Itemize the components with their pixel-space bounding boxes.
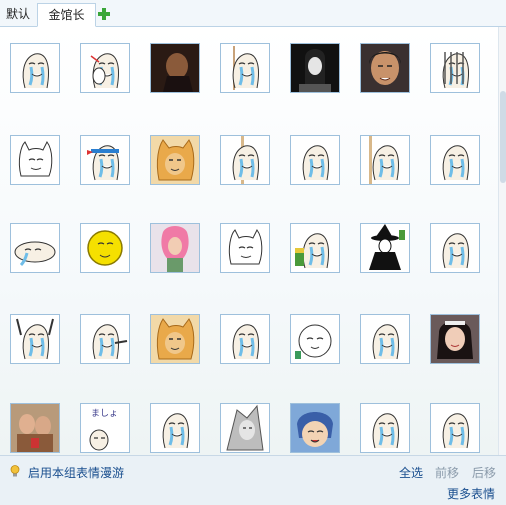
point2-image	[92, 324, 128, 360]
select-all-button[interactable]: 全选	[399, 464, 423, 481]
gray-face-sticker[interactable]	[220, 403, 270, 453]
gold-cat-sticker[interactable]	[150, 314, 200, 364]
covering-mouth-sticker[interactable]	[80, 43, 130, 93]
gold-cat-sticker[interactable]	[150, 135, 200, 185]
scrollbar-thumb[interactable]	[500, 91, 506, 183]
pole-dance-sticker[interactable]	[220, 135, 270, 185]
cry-image	[372, 413, 399, 449]
tab-bar: 默认 金馆长	[0, 0, 506, 27]
goldcat-image	[151, 315, 199, 363]
cry-image	[232, 324, 259, 360]
round-face-sticker[interactable]	[290, 314, 340, 364]
crying-face-sticker[interactable]	[360, 403, 410, 453]
cry-image	[372, 324, 399, 360]
pink-hair-sticker[interactable]	[150, 223, 200, 273]
movie-still-sticker[interactable]	[360, 43, 410, 93]
headband-image	[87, 145, 119, 181]
crying-face-sticker[interactable]	[290, 135, 340, 185]
writing-face-sticker[interactable]: ましょ	[80, 403, 130, 453]
photo-pair-sticker[interactable]	[10, 403, 60, 453]
drinking-face-sticker[interactable]	[290, 223, 340, 273]
cry-image	[442, 145, 469, 181]
pointing-face-sticker[interactable]	[220, 43, 270, 93]
photo-face-image	[361, 44, 409, 92]
plus-icon[interactable]	[97, 7, 111, 21]
cry-image	[162, 413, 189, 449]
anime-face-sticker[interactable]	[290, 403, 340, 453]
pointing-face-sticker[interactable]	[80, 314, 130, 364]
behind-bars-sticker[interactable]	[430, 43, 480, 93]
round-image	[295, 324, 332, 359]
photo-girl-image	[431, 315, 479, 363]
movie-still-sticker[interactable]	[150, 43, 200, 93]
emoticon-panel: 默认 金馆长 ましょ 启用本组表情漫游 全选 前移 后移 更多表情	[0, 0, 506, 505]
cat-image	[18, 141, 53, 177]
handsup-image	[16, 318, 54, 360]
crying-face-sticker[interactable]	[430, 135, 480, 185]
photo-bw-image	[291, 44, 339, 92]
tab-jinguanzhang[interactable]: 金馆长	[37, 3, 96, 27]
enable-roaming-link[interactable]: 启用本组表情漫游	[28, 464, 124, 481]
moon-image	[87, 230, 123, 266]
move-up-button[interactable]: 前移	[435, 464, 459, 481]
crying-face-sticker[interactable]	[430, 403, 480, 453]
bottom-bar: 启用本组表情漫游 全选 前移 后移 更多表情	[0, 455, 506, 505]
cry-image	[442, 233, 469, 269]
cry-image	[442, 413, 469, 449]
lying-crying-sticker[interactable]	[10, 223, 60, 273]
goldcat-image	[151, 136, 199, 184]
scrollbar[interactable]	[498, 27, 506, 455]
tab-default[interactable]: 默认	[0, 3, 36, 25]
pinkhair-image	[151, 224, 199, 272]
movie-still-sticker[interactable]	[290, 43, 340, 93]
drink-image	[295, 233, 329, 269]
cat-image	[228, 229, 263, 265]
cry-image	[22, 53, 49, 89]
cat-face-sticker[interactable]	[10, 135, 60, 185]
move-down-button[interactable]: 后移	[472, 464, 496, 481]
sticker-grid: ましょ	[0, 27, 498, 455]
crying-face-sticker[interactable]	[430, 223, 480, 273]
lying-image	[14, 241, 56, 267]
grayface-image	[226, 404, 264, 451]
crying-face-sticker[interactable]	[360, 314, 410, 364]
sticker-caption: ましょ	[91, 408, 118, 419]
point-image	[232, 46, 259, 90]
crying-face-sticker[interactable]	[150, 403, 200, 453]
witch-dance-sticker[interactable]	[360, 223, 410, 273]
photo-dark-image	[151, 44, 199, 92]
pole-image	[232, 136, 259, 184]
headband-face-sticker[interactable]	[80, 135, 130, 185]
photo-pair-image	[11, 404, 59, 452]
pole2-image	[369, 136, 399, 184]
cry-image	[302, 145, 329, 181]
lightbulb-icon	[10, 465, 20, 477]
witch-image	[369, 224, 405, 270]
cat-face-sticker[interactable]	[220, 223, 270, 273]
more-emoticons-link[interactable]: 更多表情	[447, 485, 495, 502]
photo-girl-sticker[interactable]	[430, 314, 480, 364]
crying-face-sticker[interactable]	[220, 314, 270, 364]
bars-image	[442, 52, 469, 89]
anime-image	[291, 404, 339, 452]
yellow-moon-sticker[interactable]	[80, 223, 130, 273]
crying-face-sticker[interactable]	[10, 43, 60, 93]
writing-image: ましょ	[89, 408, 118, 451]
hands-up-sticker[interactable]	[10, 314, 60, 364]
pole-face-sticker[interactable]	[360, 135, 410, 185]
cover-image	[90, 53, 119, 89]
